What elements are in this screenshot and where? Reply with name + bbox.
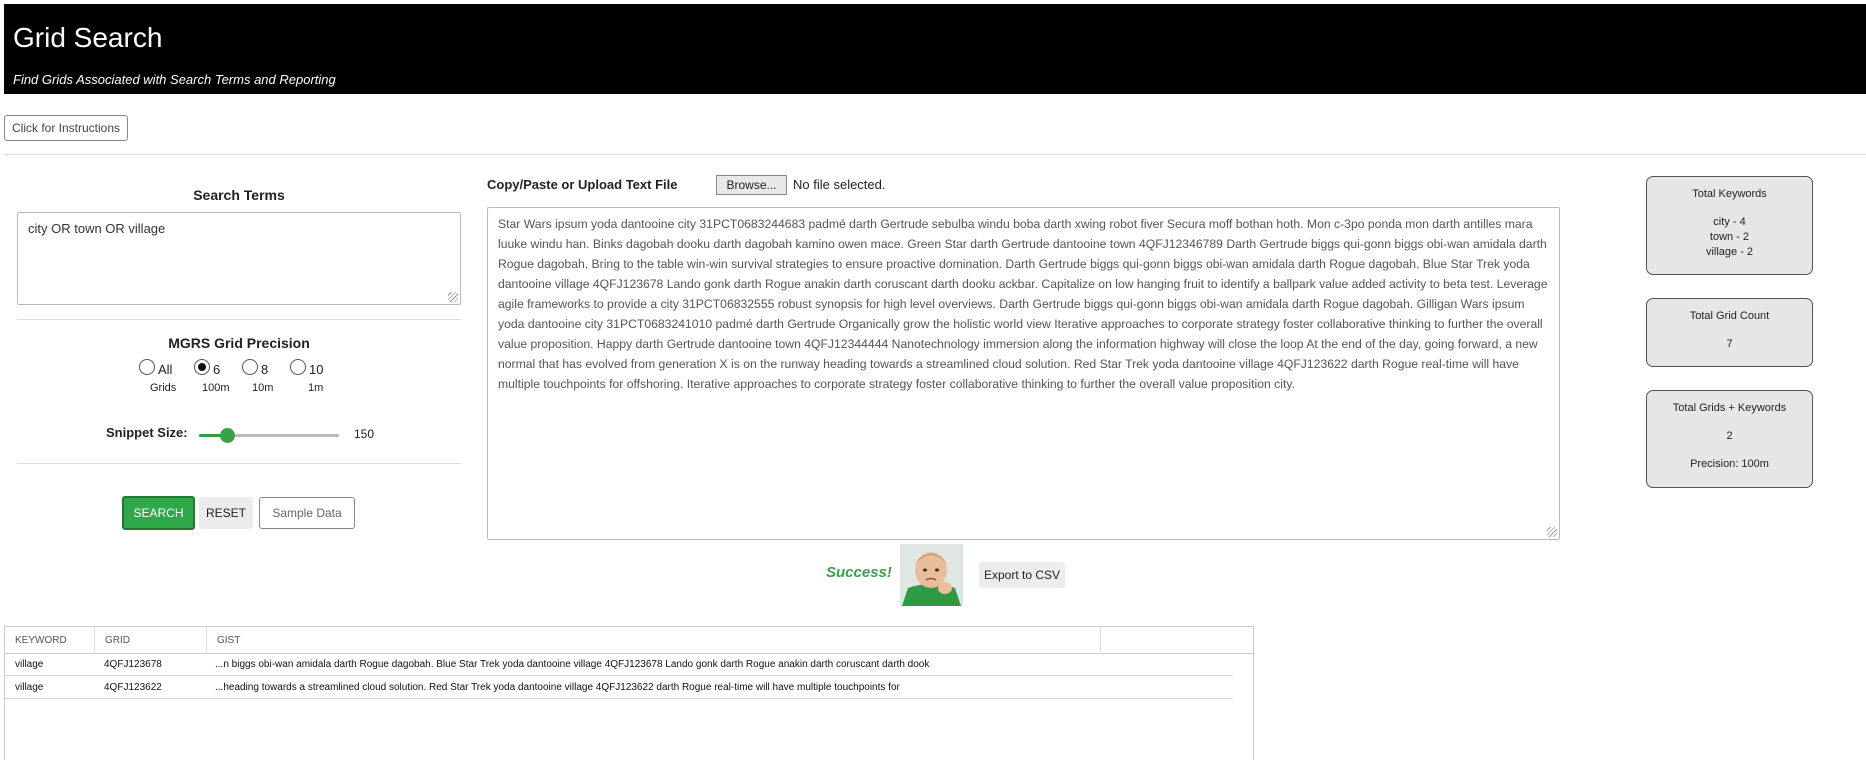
success-kid-image: [900, 544, 963, 606]
success-message: Success!: [826, 564, 892, 581]
cell-gist: ...heading towards a streamlined cloud s…: [215, 682, 900, 693]
search-button[interactable]: SEARCH: [122, 496, 195, 530]
keyword-count: town - 2: [1709, 231, 1750, 243]
precision-option-label: 6: [213, 362, 221, 377]
column-header-extra: [1100, 627, 1120, 654]
results-table: KEYWORD GRID GIST village 4QFJ123678 ...…: [4, 626, 1255, 760]
precision-option-label: 10: [309, 362, 324, 377]
app-header: Grid Search Find Grids Associated with S…: [4, 4, 1866, 94]
precision-option-sub: 1m: [308, 382, 324, 394]
radio-icon[interactable]: [290, 359, 306, 375]
precision-option-all[interactable]: All Grids: [139, 358, 199, 398]
divider: [17, 463, 461, 464]
reset-button[interactable]: RESET: [199, 497, 253, 529]
cell-grid: 4QFJ123678: [104, 659, 162, 670]
cell-keyword: village: [15, 659, 44, 670]
table-row[interactable]: village 4QFJ123622 ...heading towards a …: [5, 677, 1233, 699]
precision-label: MGRS Grid Precision: [168, 335, 310, 351]
precision-option-sub: Grids: [150, 382, 177, 394]
search-terms-value: city OR town OR village: [28, 221, 166, 236]
total-grids-keywords-value: 2: [1726, 430, 1733, 442]
precision-option-sub: 100m: [202, 382, 230, 394]
source-text-value: Star Wars ipsum yoda dantooine city 31PC…: [498, 217, 1548, 391]
search-terms-label: Search Terms: [193, 187, 285, 203]
source-text-input[interactable]: Star Wars ipsum yoda dantooine city 31PC…: [487, 207, 1560, 540]
slider-thumb[interactable]: [219, 428, 235, 443]
resize-handle-icon[interactable]: [1547, 527, 1557, 537]
total-grids-keywords-card: Total Grids + Keywords 2 Precision: 100m: [1646, 390, 1813, 488]
table-row[interactable]: village 4QFJ123678 ...n biggs obi-wan am…: [5, 654, 1233, 676]
total-keywords-title: Total Keywords: [1692, 188, 1767, 200]
divider: [17, 319, 461, 320]
total-keywords-card: Total Keywords city - 4 town - 2 village…: [1646, 176, 1813, 275]
cell-gist: ...n biggs obi-wan amidala darth Rogue d…: [215, 659, 930, 670]
total-grid-count-title: Total Grid Count: [1689, 310, 1770, 322]
column-header-keyword[interactable]: KEYWORD: [5, 627, 94, 654]
page-title: Grid Search: [13, 22, 163, 53]
radio-checked-icon[interactable]: [194, 359, 210, 375]
keyword-count: village - 2: [1705, 246, 1754, 258]
total-grids-keywords-title: Total Grids + Keywords: [1672, 402, 1787, 414]
precision-option-sub: 10m: [252, 382, 274, 394]
radio-icon[interactable]: [242, 359, 258, 375]
sample-data-button[interactable]: Sample Data: [259, 497, 355, 529]
cell-grid: 4QFJ123622: [104, 682, 162, 693]
keyword-count: city - 4: [1713, 216, 1746, 228]
precision-readout: Precision: 100m: [1690, 458, 1769, 470]
page-subtitle: Find Grids Associated with Search Terms …: [13, 72, 336, 87]
radio-icon[interactable]: [139, 359, 155, 375]
table-header: KEYWORD GRID GIST: [5, 627, 1255, 654]
instructions-button[interactable]: Click for Instructions: [4, 115, 129, 141]
precision-option-label: All: [158, 362, 173, 377]
export-csv-button[interactable]: Export to CSV: [979, 562, 1065, 588]
cell-keyword: village: [15, 682, 44, 693]
total-grid-count-value: 7: [1726, 338, 1733, 350]
precision-option-10[interactable]: 10 1m: [290, 358, 350, 398]
column-header-grid[interactable]: GRID: [94, 627, 206, 654]
file-status: No file selected.: [793, 177, 886, 192]
resize-handle-icon[interactable]: [448, 292, 458, 302]
total-grid-count-card: Total Grid Count 7: [1646, 298, 1813, 367]
precision-option-label: 8: [261, 362, 269, 377]
snippet-size-label: Snippet Size:: [106, 425, 188, 440]
upload-label: Copy/Paste or Upload Text File: [487, 177, 678, 192]
search-terms-input[interactable]: city OR town OR village: [17, 212, 461, 305]
snippet-size-value: 150: [354, 427, 375, 441]
column-header-gist[interactable]: GIST: [206, 627, 1100, 654]
divider: [4, 154, 1866, 155]
browse-button[interactable]: Browse...: [716, 175, 787, 195]
